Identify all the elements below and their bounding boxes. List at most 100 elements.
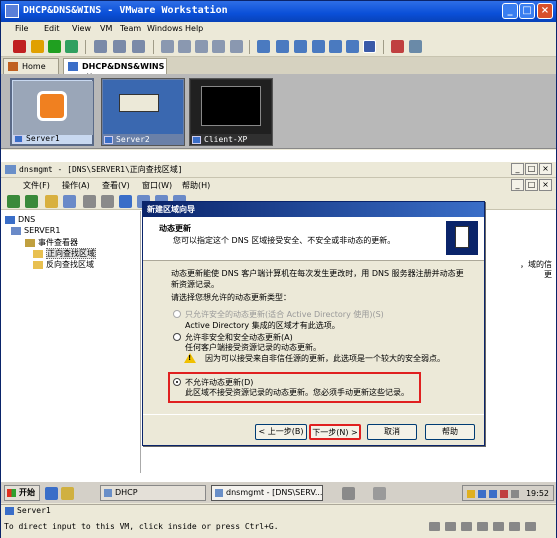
team-suspend-icon[interactable]: [195, 40, 208, 53]
explorer-icon[interactable]: [61, 487, 74, 500]
folder-icon: [33, 249, 43, 258]
appliance-view-icon[interactable]: [363, 40, 376, 53]
help-button[interactable]: 帮助: [425, 424, 475, 440]
child-restore-button[interactable]: □: [525, 179, 538, 191]
child-close-button[interactable]: ×: [539, 179, 552, 191]
wizard-titlebar[interactable]: 新建区域向导: [143, 202, 484, 217]
console-view-icon[interactable]: [329, 40, 342, 53]
server-icon: [446, 221, 478, 255]
fullscreen-icon[interactable]: [294, 40, 307, 53]
next-button[interactable]: 下一步(N) >: [309, 424, 361, 440]
network-tray-icon[interactable]: [489, 490, 497, 498]
up-folder-icon[interactable]: [45, 195, 58, 208]
tab-dhcp-dns-wins[interactable]: DHCP&DNS&WINS ×: [63, 58, 167, 80]
team-icon[interactable]: [161, 40, 174, 53]
unity-icon[interactable]: [391, 40, 404, 53]
back-button[interactable]: < 上一步(B): [255, 424, 307, 440]
suspend-icon[interactable]: [31, 40, 44, 53]
child-minimize-button[interactable]: _: [511, 179, 524, 191]
mmc-menu-action[interactable]: 操作(A): [62, 180, 90, 191]
mmc-menu-help[interactable]: 帮助(H): [182, 180, 210, 191]
taskbar-dhcp[interactable]: DHCP: [100, 485, 206, 501]
preferences-icon[interactable]: [409, 40, 422, 53]
show-tree-icon[interactable]: [63, 195, 76, 208]
vm-name-bar: Server1: [1, 504, 556, 517]
network-tray-icon[interactable]: [478, 490, 486, 498]
start-button[interactable]: 开始: [4, 485, 40, 501]
warning-tray-icon[interactable]: [467, 490, 475, 498]
menu-file[interactable]: File: [15, 24, 28, 33]
taskbar-dnsmgmt[interactable]: dnsmgmt - [DNS\SERV...: [211, 485, 323, 501]
maximize-button[interactable]: □: [519, 3, 535, 19]
team-reset-icon[interactable]: [212, 40, 225, 53]
menu-windows[interactable]: Windows: [147, 24, 183, 33]
power-on-icon[interactable]: [48, 40, 61, 53]
radio-no-dynamic-update[interactable]: [173, 378, 181, 386]
tab-home[interactable]: Home: [3, 58, 59, 74]
vmware-toolbar: [1, 38, 556, 57]
prompt-text: 请选择您想允许的动态更新类型：: [171, 293, 291, 302]
network-icon[interactable]: [342, 487, 355, 500]
clone-icon[interactable]: [230, 40, 243, 53]
mmc-titlebar[interactable]: dnsmgmt - [DNS\SERVER1\正向查找区域] _ □ ×: [1, 162, 556, 178]
hard-disk-icon[interactable]: [429, 522, 440, 531]
cdrom-icon[interactable]: [445, 522, 456, 531]
snapshot-icon[interactable]: [94, 40, 107, 53]
thumbnail-bar-icon[interactable]: [312, 40, 325, 53]
mmc-menu-view[interactable]: 查看(V): [102, 180, 130, 191]
thumbnail-server1[interactable]: Server1: [10, 78, 94, 146]
dns-icon: [215, 489, 223, 497]
summary-view-icon[interactable]: [346, 40, 359, 53]
mmc-minimize-button[interactable]: _: [511, 163, 524, 175]
home-icon: [8, 62, 18, 71]
team-power-icon[interactable]: [178, 40, 191, 53]
tree-item-event-viewer[interactable]: 事件查看器: [25, 237, 78, 248]
option-nonsecure-warning: 因为可以接受来自非信任源的更新，此选项是一个较大的安全弱点。: [205, 354, 445, 363]
radio-nonsecure-secure[interactable]: [173, 333, 181, 341]
menu-vm[interactable]: VM: [100, 24, 112, 33]
system-tray: 19:52: [462, 485, 554, 501]
ie-icon[interactable]: [45, 487, 58, 500]
menu-edit[interactable]: Edit: [44, 24, 60, 33]
sound-icon[interactable]: [509, 522, 520, 531]
export-list-icon[interactable]: [83, 195, 96, 208]
cancel-button[interactable]: 取消: [367, 424, 417, 440]
message-log-icon[interactable]: [525, 522, 536, 531]
tree-item-server1[interactable]: SERVER1: [11, 226, 60, 235]
mmc-close-button[interactable]: ×: [539, 163, 552, 175]
snapshot-manager-icon[interactable]: [132, 40, 145, 53]
tree-item-reverse-lookup[interactable]: 反向查找区域: [33, 259, 94, 270]
forward-arrow-icon[interactable]: [25, 195, 38, 208]
help-icon[interactable]: [119, 195, 132, 208]
mouse-icon[interactable]: [373, 487, 386, 500]
radio-secure-only[interactable]: [173, 310, 181, 318]
floppy-icon[interactable]: [461, 522, 472, 531]
status-message: To direct input to this VM, click inside…: [4, 522, 279, 531]
menu-team[interactable]: Team: [120, 24, 141, 33]
window-titlebar[interactable]: DHCP&DNS&WINS - VMware Workstation _ □ ×: [1, 1, 556, 22]
menu-help[interactable]: Help: [185, 24, 203, 33]
thumbnail-server2[interactable]: Server2: [101, 78, 185, 146]
mmc-menu-window[interactable]: 窗口(W): [142, 180, 172, 191]
reset-icon[interactable]: [65, 40, 78, 53]
back-arrow-icon[interactable]: [7, 195, 20, 208]
vmware-logo-icon: [37, 91, 67, 121]
mmc-maximize-button[interactable]: □: [525, 163, 538, 175]
toolbar-separator: [85, 40, 86, 54]
menu-view[interactable]: View: [72, 24, 91, 33]
close-button[interactable]: ×: [537, 3, 553, 19]
volume-icon[interactable]: [511, 490, 519, 498]
properties-icon[interactable]: [101, 195, 114, 208]
tree-item-forward-lookup[interactable]: 正向查找区域: [33, 248, 96, 259]
minimize-button[interactable]: _: [502, 3, 518, 19]
quick-switch-icon[interactable]: [276, 40, 289, 53]
usb-icon[interactable]: [493, 522, 504, 531]
revert-snapshot-icon[interactable]: [113, 40, 126, 53]
show-sidebar-icon[interactable]: [257, 40, 270, 53]
power-off-icon[interactable]: [13, 40, 26, 53]
shield-tray-icon[interactable]: [500, 490, 508, 498]
mmc-menu-file[interactable]: 文件(F): [23, 180, 50, 191]
tree-item-dns[interactable]: DNS: [5, 215, 35, 224]
thumbnail-client-xp[interactable]: Client-XP: [189, 78, 273, 146]
network-adapter-icon[interactable]: [477, 522, 488, 531]
